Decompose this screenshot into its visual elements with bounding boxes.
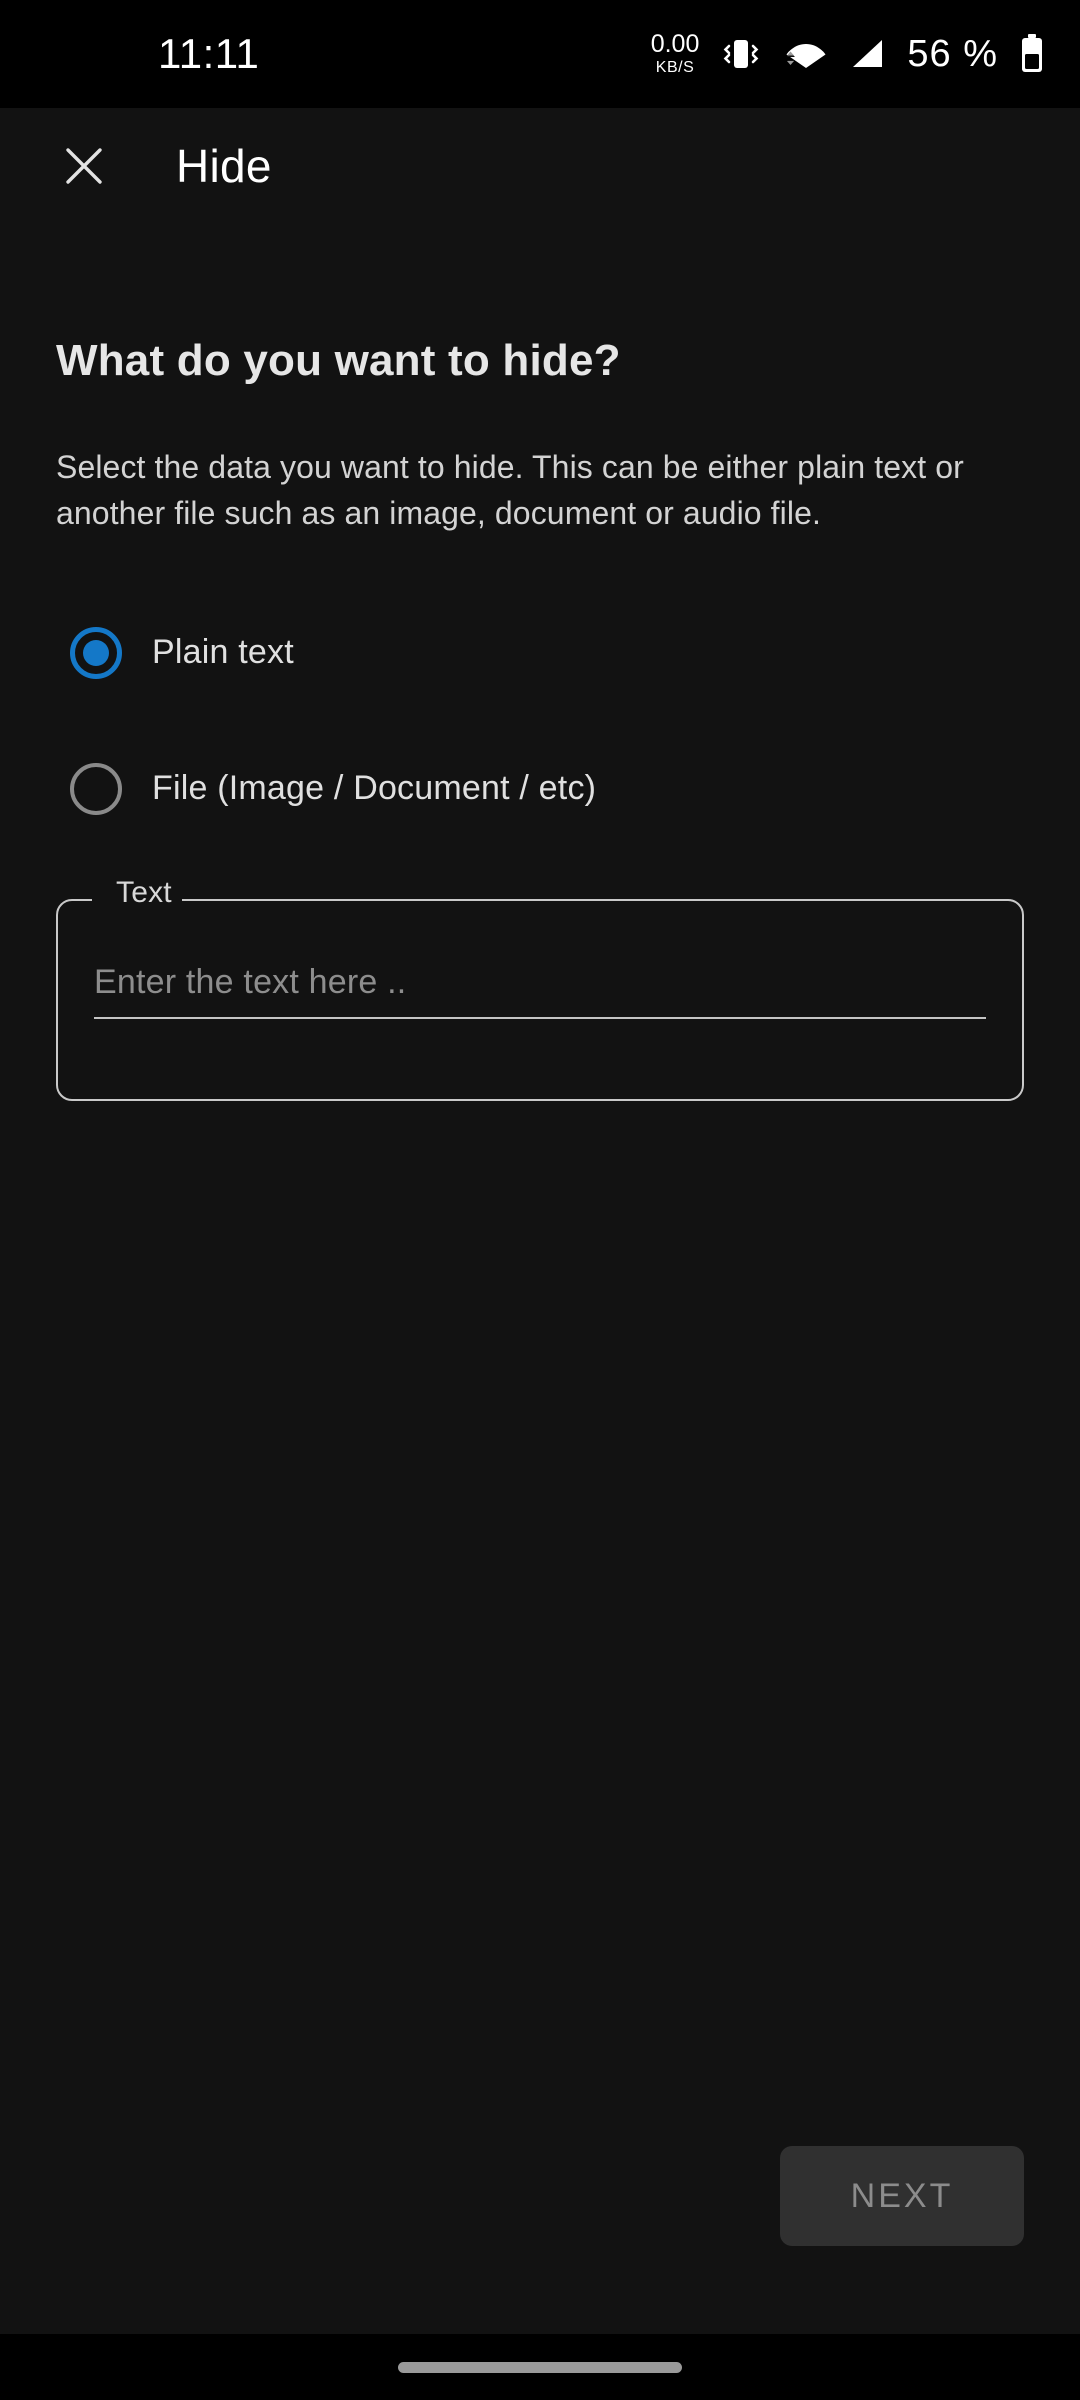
vibrate-icon [724,40,759,68]
hide-type-radio-group: Plain text File (Image / Document / etc) [56,607,1024,835]
battery-percent-label: 56 % [907,32,998,75]
status-clock: 11:11 [158,30,260,77]
page-title: Hide [176,140,272,192]
text-input-field[interactable]: Text Text Enter the text here .. [56,875,1024,1101]
section-heading: What do you want to hide? [56,336,621,385]
network-speed-indicator: 0.00 KB/S [651,32,700,76]
text-field-inner[interactable]: Enter the text here .. [94,957,986,1019]
battery-icon [1022,34,1042,72]
text-field-legend: Text [106,875,182,910]
close-icon [66,148,102,184]
status-icons-group: 0.00 KB/S 56 % [651,32,1046,76]
text-field-underline [94,1016,986,1019]
radio-option-plain-text[interactable]: Plain text [56,607,1024,699]
app-bar: Hide [0,108,1080,224]
phone-screen: 11:11 0.00 KB/S 56 % Hide What do you wa… [0,0,1080,2400]
section-description: Select the data you want to hide. This c… [56,449,964,532]
next-button[interactable]: NEXT [780,2146,1024,2246]
cellular-signal-icon [853,40,883,67]
radio-label-file: File (Image / Document / etc) [152,769,597,808]
radio-label-plain-text: Plain text [152,633,294,672]
status-bar: 11:11 0.00 KB/S 56 % [0,0,1080,108]
radio-indicator-selected[interactable] [70,626,122,679]
wifi-icon [786,44,826,68]
next-button-label: NEXT [850,2176,954,2215]
main-content: What do you want to hide? Select the dat… [0,224,1080,2334]
radio-dot [83,639,109,666]
close-button[interactable] [48,130,120,202]
radio-indicator-unselected[interactable] [70,762,122,815]
network-speed-unit: KB/S [655,59,695,76]
network-speed-value: 0.00 [650,30,700,58]
text-field-placeholder[interactable]: Enter the text here .. [94,957,986,1007]
system-navigation-bar [0,2334,1080,2400]
home-gesture-pill[interactable] [398,2361,682,2373]
radio-option-file[interactable]: File (Image / Document / etc) [56,743,1024,835]
